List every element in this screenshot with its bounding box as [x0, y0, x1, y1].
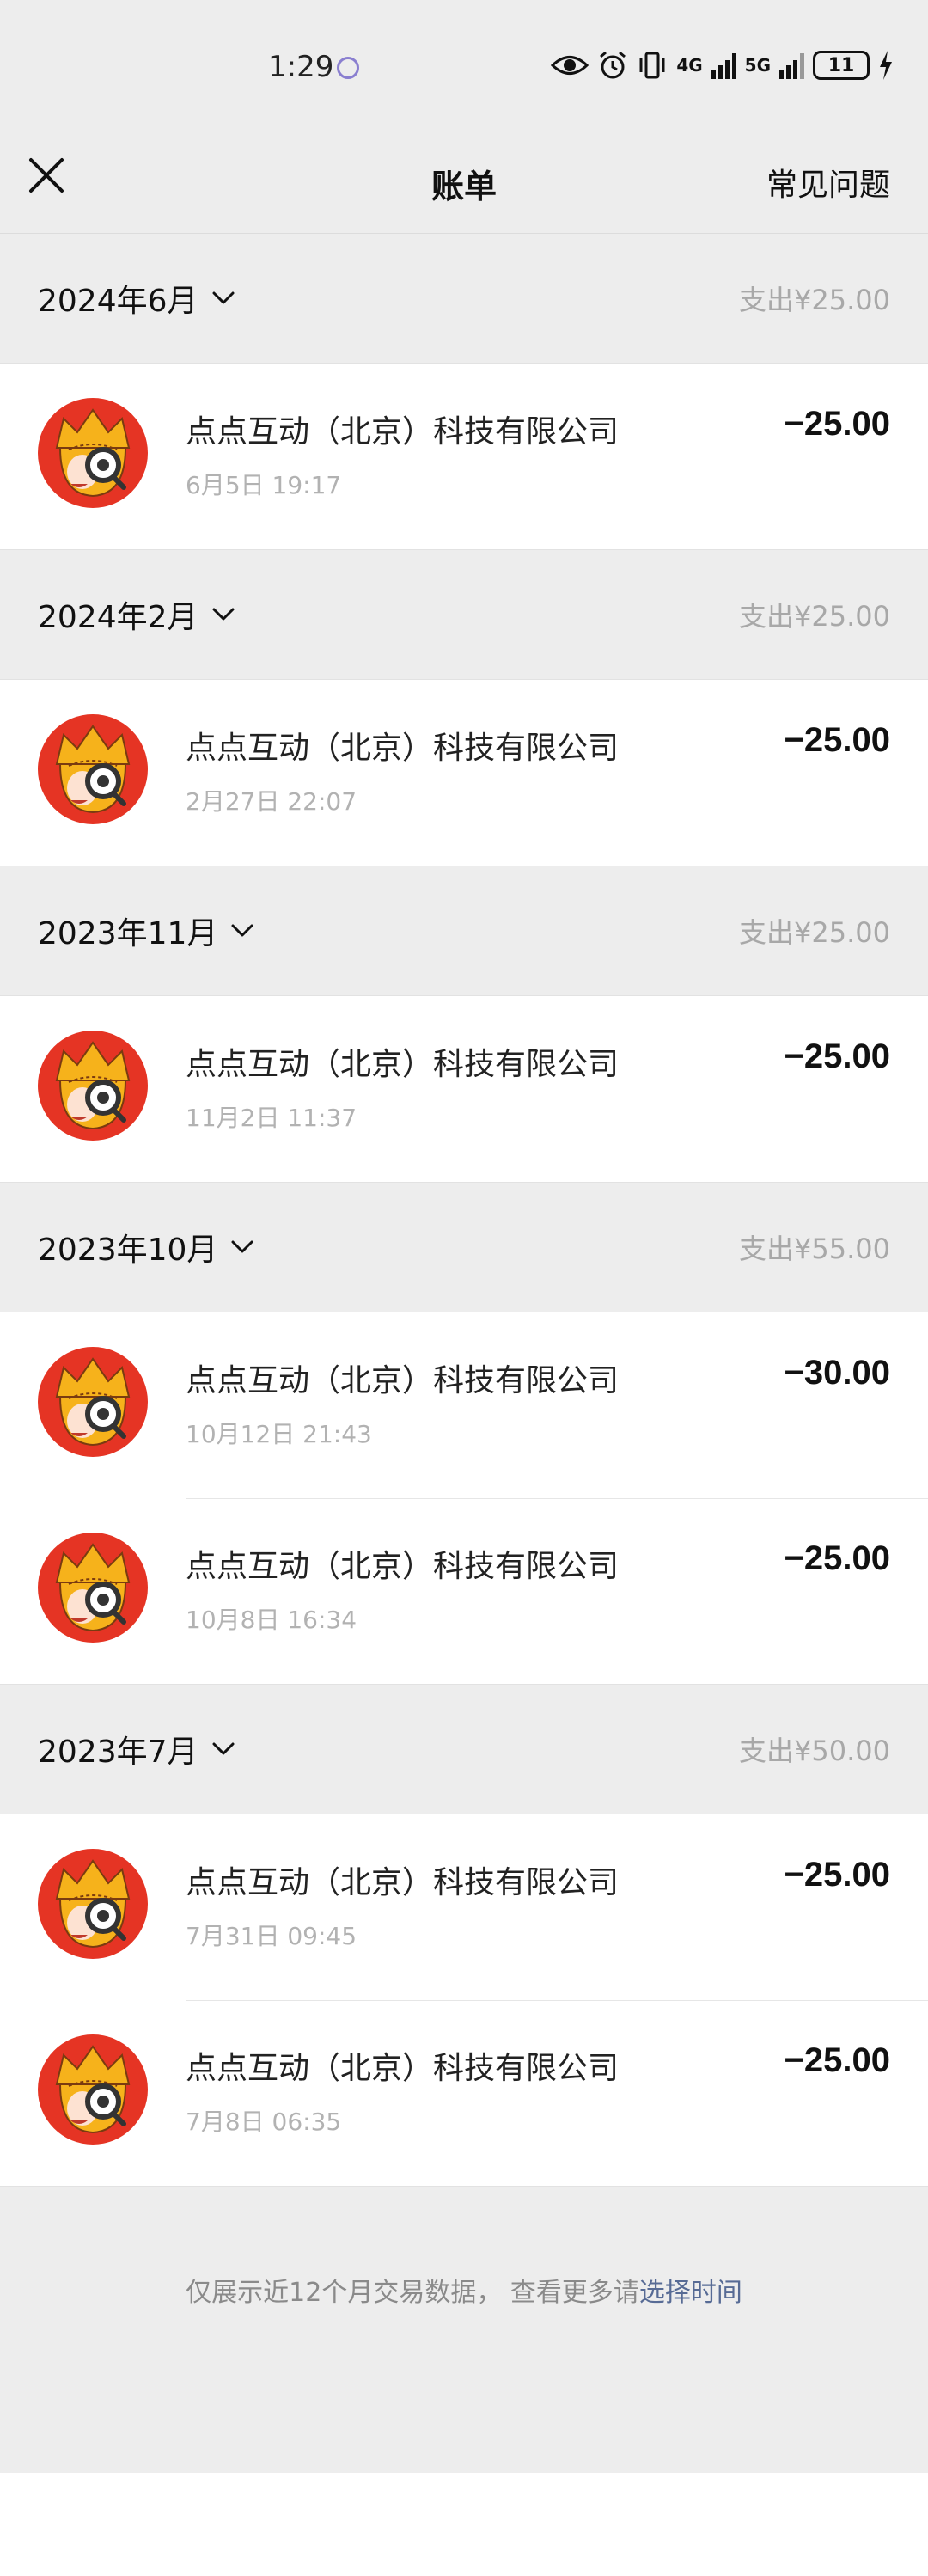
- chevron-down-icon: [212, 1742, 235, 1755]
- month-selector[interactable]: 2024年2月: [38, 592, 236, 637]
- transaction-amount: −25.00: [784, 721, 890, 759]
- month-expense-total: 支出¥25.00: [739, 916, 890, 949]
- month-section: 2023年10月 支出¥55.00 点点互动（北京）科技有限公司 10月12日 …: [0, 1183, 928, 1685]
- bottom-area: [0, 2473, 928, 2576]
- merchant-name: 点点互动（北京）科技有限公司: [186, 414, 620, 450]
- transaction-amount: −25.00: [784, 1539, 890, 1577]
- transaction-time: 10月12日 21:43: [186, 1420, 372, 1448]
- transaction-amount: −30.00: [784, 1354, 890, 1392]
- month-section: 2024年6月 支出¥25.00 点点互动（北京）科技有限公司 6月5日 19:…: [0, 234, 928, 550]
- transaction-list: 点点互动（北京）科技有限公司 2月27日 22:07 −25.00: [0, 679, 928, 866]
- month-expense-total: 支出¥25.00: [739, 284, 890, 316]
- network-5g-label: 5G: [744, 55, 771, 76]
- transaction-row[interactable]: 点点互动（北京）科技有限公司 2月27日 22:07 −25.00: [0, 680, 928, 866]
- transaction-amount: −25.00: [784, 1856, 890, 1894]
- merchant-name: 点点互动（北京）科技有限公司: [186, 1549, 620, 1584]
- merchant-name: 点点互动（北京）科技有限公司: [186, 1047, 620, 1082]
- signal-4g-icon: [711, 52, 736, 79]
- merchant-avatar: [38, 1347, 148, 1457]
- faq-link[interactable]: 常见问题: [766, 160, 890, 205]
- month-header[interactable]: 2023年10月 支出¥55.00: [0, 1183, 928, 1312]
- month-section: 2023年11月 支出¥25.00 点点互动（北京）科技有限公司 11月2日 1…: [0, 866, 928, 1183]
- transaction-row[interactable]: 点点互动（北京）科技有限公司 10月8日 16:34 −25.00: [0, 1498, 928, 1684]
- month-expense-total: 支出¥55.00: [739, 1233, 890, 1265]
- charging-icon: [880, 51, 892, 80]
- merchant-name: 点点互动（北京）科技有限公司: [186, 1363, 620, 1398]
- transaction-time: 2月27日 22:07: [186, 787, 357, 816]
- alarm-icon: [600, 51, 626, 79]
- merchant-avatar: [38, 1031, 148, 1141]
- transaction-time: 7月31日 09:45: [186, 1922, 357, 1950]
- eye-icon: [551, 56, 589, 75]
- month-header[interactable]: 2023年7月 支出¥50.00: [0, 1685, 928, 1814]
- transaction-row[interactable]: 点点互动（北京）科技有限公司 10月12日 21:43 −30.00: [0, 1312, 928, 1498]
- chevron-down-icon: [212, 291, 235, 304]
- status-indicators: 4G 5G 11: [551, 48, 894, 83]
- transaction-row[interactable]: 点点互动（北京）科技有限公司 7月31日 09:45 −25.00: [0, 1814, 928, 2000]
- transaction-list: 点点互动（北京）科技有限公司 11月2日 11:37 −25.00: [0, 995, 928, 1183]
- transaction-time: 10月8日 16:34: [186, 1606, 357, 1634]
- month-header[interactable]: 2023年11月 支出¥25.00: [0, 866, 928, 995]
- transaction-amount: −25.00: [784, 405, 890, 443]
- month-header[interactable]: 2024年6月 支出¥25.00: [0, 234, 928, 363]
- transaction-row[interactable]: 点点互动（北京）科技有限公司 7月8日 06:35 −25.00: [0, 2000, 928, 2186]
- status-time: 1:29: [268, 50, 334, 84]
- vibrate-icon: [639, 52, 665, 79]
- merchant-avatar: [38, 1849, 148, 1959]
- transaction-time: 6月5日 19:17: [186, 471, 342, 499]
- month-section: 2023年7月 支出¥50.00 点点互动（北京）科技有限公司 7月31日 09…: [0, 1685, 928, 2187]
- select-time-link[interactable]: 选择时间: [639, 2278, 742, 2308]
- month-label: 2023年10月: [38, 1233, 218, 1268]
- chevron-down-icon: [231, 924, 253, 937]
- footer-note: 仅展示近12个月交易数据， 查看更多请选择时间: [0, 2271, 928, 2309]
- transaction-row[interactable]: 点点互动（北京）科技有限公司 6月5日 19:17 −25.00: [0, 364, 928, 549]
- footer: 仅展示近12个月交易数据， 查看更多请选择时间: [0, 2187, 928, 2470]
- month-header[interactable]: 2024年2月 支出¥25.00: [0, 550, 928, 679]
- transaction-list: 点点互动（北京）科技有限公司 10月12日 21:43 −30.00 点点互动（…: [0, 1312, 928, 1685]
- transaction-row[interactable]: 点点互动（北京）科技有限公司 11月2日 11:37 −25.00: [0, 996, 928, 1182]
- status-bar: 1:29 4G 5G 11: [0, 0, 928, 129]
- merchant-avatar: [38, 398, 148, 508]
- transaction-time: 7月8日 06:35: [186, 2108, 342, 2136]
- transaction-list: 点点互动（北京）科技有限公司 6月5日 19:17 −25.00: [0, 363, 928, 550]
- month-label: 2023年7月: [38, 1735, 198, 1770]
- month-label: 2024年6月: [38, 284, 198, 319]
- battery-icon: 11: [813, 51, 870, 80]
- month-selector[interactable]: 2023年7月: [38, 1727, 236, 1771]
- month-expense-total: 支出¥50.00: [739, 1735, 890, 1767]
- footer-text: 仅展示近12个月交易数据， 查看更多请: [186, 2278, 639, 2308]
- month-selector[interactable]: 2023年11月: [38, 909, 255, 953]
- merchant-avatar: [38, 714, 148, 824]
- network-4g-label: 4G: [676, 55, 703, 76]
- month-selector[interactable]: 2024年6月: [38, 276, 236, 321]
- transaction-amount: −25.00: [784, 2041, 890, 2079]
- merchant-name: 点点互动（北京）科技有限公司: [186, 2051, 620, 2086]
- chevron-down-icon: [212, 608, 235, 621]
- notification-app-icon: [337, 57, 359, 79]
- transaction-list: 点点互动（北京）科技有限公司 7月31日 09:45 −25.00 点点互动（北…: [0, 1814, 928, 2187]
- chevron-down-icon: [231, 1240, 253, 1253]
- signal-5g-icon: [779, 52, 804, 79]
- month-section: 2024年2月 支出¥25.00 点点互动（北京）科技有限公司 2月27日 22…: [0, 550, 928, 866]
- month-label: 2024年2月: [38, 600, 198, 635]
- month-selector[interactable]: 2023年10月: [38, 1225, 255, 1270]
- bill-list: 2024年6月 支出¥25.00 点点互动（北京）科技有限公司 6月5日 19:…: [0, 234, 928, 2187]
- month-expense-total: 支出¥25.00: [739, 600, 890, 633]
- merchant-name: 点点互动（北京）科技有限公司: [186, 1865, 620, 1900]
- merchant-avatar: [38, 1533, 148, 1643]
- merchant-avatar: [38, 2034, 148, 2145]
- transaction-amount: −25.00: [784, 1037, 890, 1075]
- month-label: 2023年11月: [38, 916, 218, 951]
- transaction-time: 11月2日 11:37: [186, 1104, 357, 1132]
- merchant-name: 点点互动（北京）科技有限公司: [186, 731, 620, 766]
